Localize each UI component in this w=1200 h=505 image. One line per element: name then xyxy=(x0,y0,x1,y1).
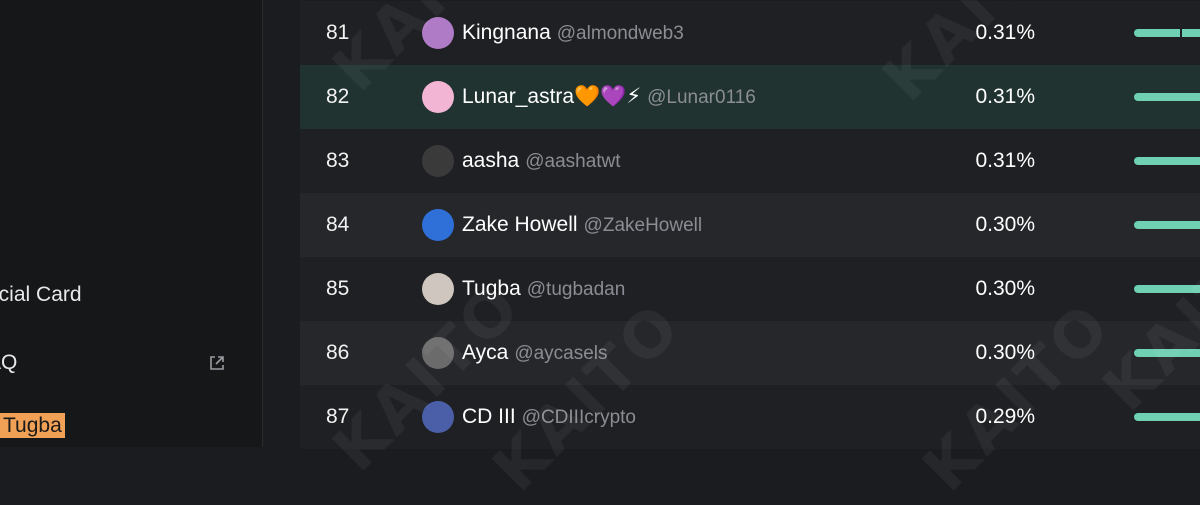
user-name[interactable]: Zake Howell @ZakeHowell xyxy=(462,193,702,258)
user-name[interactable]: Tugba @tugbadan xyxy=(462,257,625,322)
sidebar-item-label: AQ xyxy=(0,351,18,374)
rank-cell: 81 xyxy=(326,21,350,44)
mindshare-bar xyxy=(1134,26,1200,40)
mindshare-bar xyxy=(1134,285,1200,293)
display-name: Zake Howell xyxy=(462,213,578,236)
display-name: Kingnana xyxy=(462,21,551,44)
mindshare-percent: 0.30% xyxy=(975,341,1035,364)
mindshare-percent: 0.30% xyxy=(975,277,1035,300)
user-name[interactable]: Ayca @aycasels xyxy=(462,321,608,386)
sidebar-current-user[interactable]: Tugba xyxy=(0,413,65,438)
avatar[interactable] xyxy=(422,81,454,113)
user-handle: @CDIIIcrypto xyxy=(521,407,636,428)
user-handle: @aashatwt xyxy=(525,151,621,172)
sidebar: ocial Card AQ Tugba xyxy=(0,0,263,447)
mindshare-bar xyxy=(1134,93,1200,101)
mindshare-percent: 0.29% xyxy=(975,405,1035,428)
rank-cell: 82 xyxy=(326,85,350,108)
mindshare-percent: 0.30% xyxy=(975,213,1035,236)
avatar[interactable] xyxy=(422,145,454,177)
table-row[interactable]: 83 aasha @aashatwt 0.31% xyxy=(300,129,1200,193)
avatar[interactable] xyxy=(422,209,454,241)
user-handle: @almondweb3 xyxy=(556,23,684,44)
avatar[interactable] xyxy=(422,273,454,305)
rank-cell: 85 xyxy=(326,277,350,300)
user-name[interactable]: Lunar_astra🧡💜⚡ @Lunar0116 xyxy=(462,65,756,130)
external-link-icon xyxy=(210,356,224,370)
user-handle: @aycasels xyxy=(514,343,608,364)
current-user-tag: Tugba xyxy=(0,413,65,438)
user-handle: @tugbadan xyxy=(526,279,626,300)
display-name: Lunar_astra🧡💜⚡ xyxy=(462,85,642,108)
avatar[interactable] xyxy=(422,17,454,49)
mindshare-bar xyxy=(1134,413,1200,421)
table-row[interactable]: 86 Ayca @aycasels 0.30% xyxy=(300,321,1200,385)
mindshare-percent: 0.31% xyxy=(975,85,1035,108)
mindshare-bar xyxy=(1134,349,1200,357)
sidebar-item-label: ocial Card xyxy=(0,283,82,306)
rank-cell: 87 xyxy=(326,405,350,428)
table-row[interactable]: 84 Zake Howell @ZakeHowell 0.30% xyxy=(300,193,1200,257)
mindshare-bar xyxy=(1134,221,1200,229)
mindshare-percent: 0.31% xyxy=(975,149,1035,172)
rank-cell: 86 xyxy=(326,341,350,364)
user-handle: @ZakeHowell xyxy=(583,215,703,236)
table-row[interactable]: 82 Lunar_astra🧡💜⚡ @Lunar0116 0.31% xyxy=(300,65,1200,129)
display-name: aasha xyxy=(462,149,520,172)
rank-cell: 84 xyxy=(326,213,350,236)
display-name: Ayca xyxy=(462,341,509,364)
table-row[interactable]: 85 Tugba @tugbadan 0.30% xyxy=(300,257,1200,321)
user-name[interactable]: aasha @aashatwt xyxy=(462,129,621,194)
user-handle: @Lunar0116 xyxy=(647,87,756,108)
user-name[interactable]: Kingnana @almondweb3 xyxy=(462,1,684,66)
display-name: Tugba xyxy=(462,277,521,300)
sidebar-gap xyxy=(263,0,300,447)
table-row[interactable]: 87 CD III @CDIIIcrypto 0.29% xyxy=(300,385,1200,449)
mindshare-bar xyxy=(1134,157,1200,165)
avatar[interactable] xyxy=(422,401,454,433)
sidebar-item-faq[interactable]: AQ xyxy=(0,351,232,375)
mindshare-percent: 0.31% xyxy=(975,21,1035,44)
table-row[interactable]: 81 Kingnana @almondweb3 0.31% xyxy=(300,1,1200,65)
avatar[interactable] xyxy=(422,337,454,369)
bar-marker xyxy=(1180,26,1182,40)
leaderboard-table: 81 Kingnana @almondweb3 0.31% 82 Lunar_astra🧡… xyxy=(300,0,1200,449)
display-name: CD III xyxy=(462,405,516,428)
sidebar-item-social-card[interactable]: ocial Card xyxy=(0,283,82,307)
rank-cell: 83 xyxy=(326,149,350,172)
user-name[interactable]: CD III @CDIIIcrypto xyxy=(462,385,636,450)
